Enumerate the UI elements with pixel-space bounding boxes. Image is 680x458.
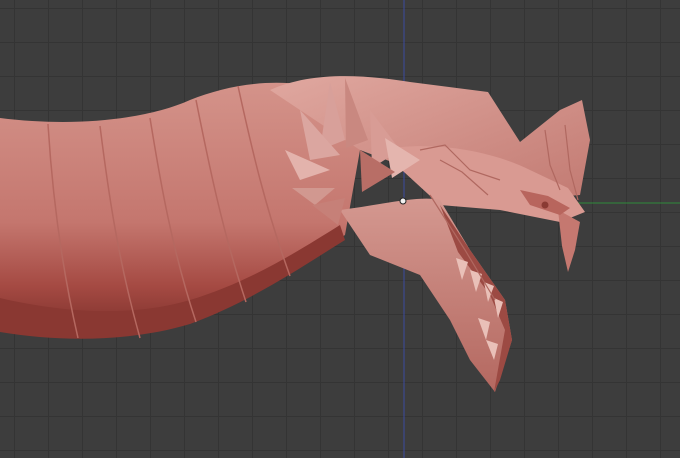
3d-cursor-icon[interactable] <box>399 197 407 205</box>
upper-jaw <box>340 198 512 392</box>
nose-horn <box>558 210 580 272</box>
3d-viewport[interactable] <box>0 0 680 458</box>
viewport-canvas <box>0 0 680 458</box>
dragon-mesh[interactable] <box>0 76 590 392</box>
eye <box>541 201 549 209</box>
